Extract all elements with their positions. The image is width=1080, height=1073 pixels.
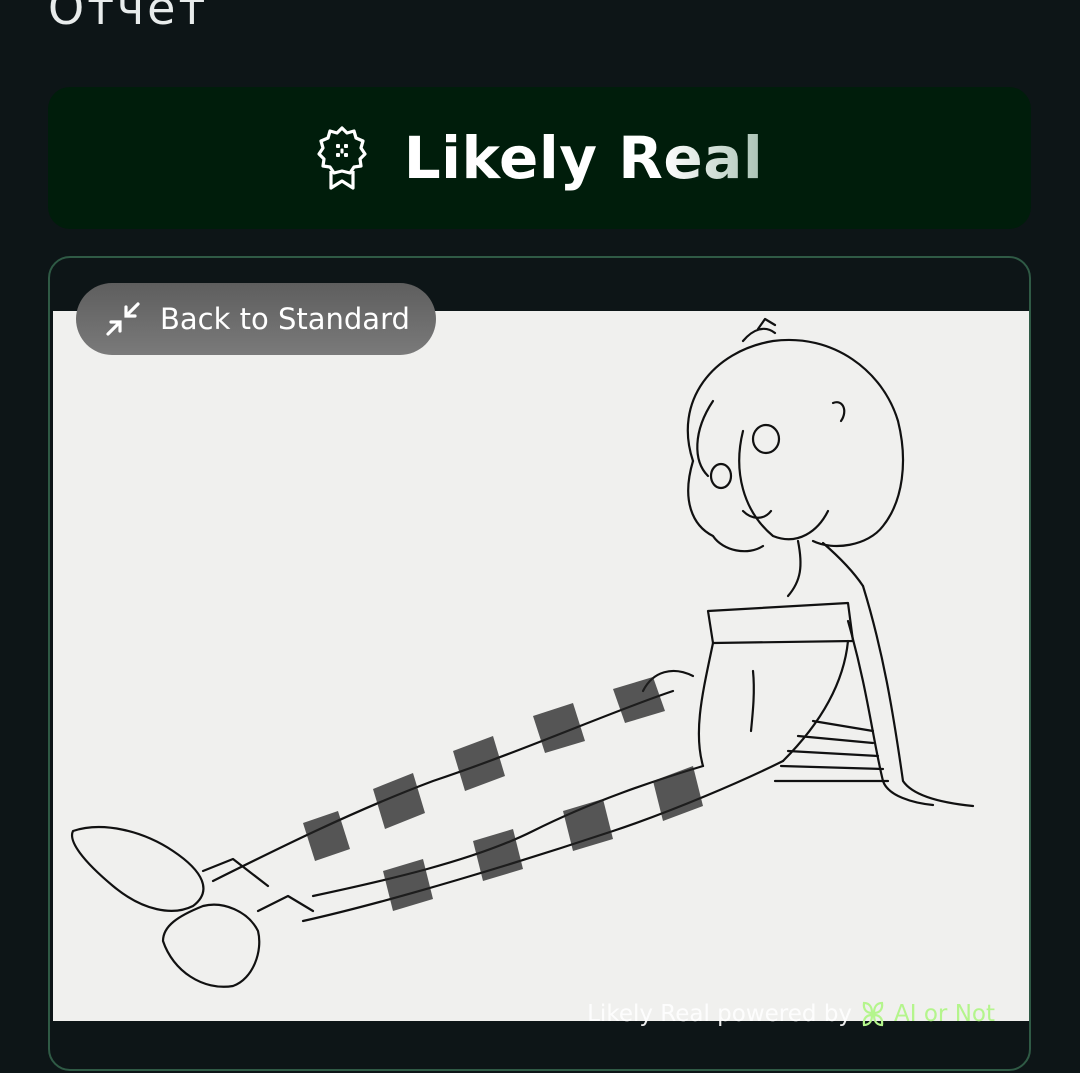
page-title: Отчет bbox=[48, 0, 209, 35]
watermark-text: Likely Real powered by bbox=[587, 1001, 853, 1027]
watermark: Likely Real powered by AI or Not bbox=[587, 1000, 995, 1028]
watermark-brand: AI or Not bbox=[894, 1001, 995, 1027]
back-button-label: Back to Standard bbox=[160, 302, 410, 336]
analyzed-image bbox=[53, 311, 1029, 1021]
verdict-banner: Likely Real bbox=[48, 87, 1031, 229]
verdict-label: Likely Real bbox=[403, 124, 764, 192]
collapse-arrows-icon bbox=[106, 302, 140, 336]
clover-logo-icon bbox=[862, 1001, 884, 1027]
award-ribbon-icon bbox=[317, 126, 367, 190]
image-card: Back to Standard Likely Real powered by … bbox=[48, 256, 1031, 1071]
back-to-standard-button[interactable]: Back to Standard bbox=[76, 283, 436, 355]
